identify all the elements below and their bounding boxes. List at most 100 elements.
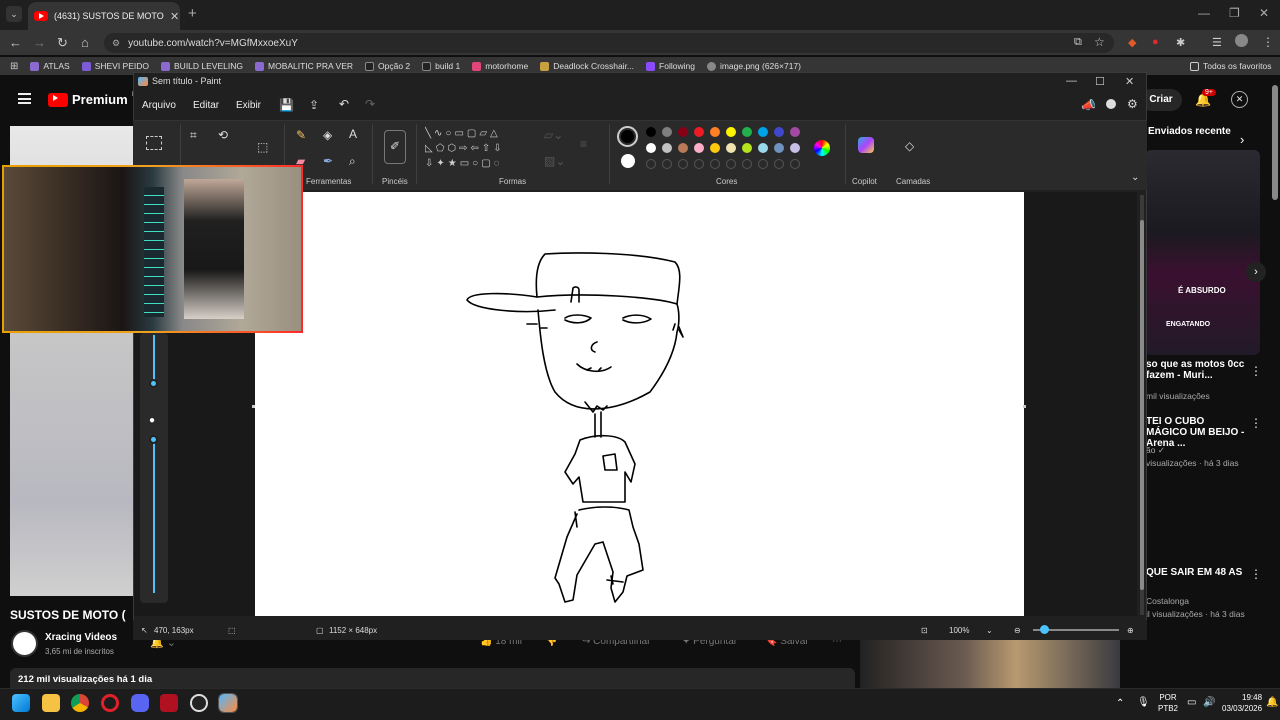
minimize-browser-icon[interactable]: —	[1198, 6, 1210, 20]
opacity-track[interactable]	[153, 440, 155, 593]
bookmark-item[interactable]: MOBALITIC PRA VER	[255, 61, 353, 71]
brush-size-track[interactable]	[153, 335, 155, 385]
zoom-dropdown-icon[interactable]: ⌄	[986, 626, 993, 635]
input-language[interactable]: POR PTB2	[1158, 692, 1178, 714]
all-bookmarks[interactable]: Todos os favoritos	[1190, 61, 1272, 71]
extension-fox-icon[interactable]: ◆	[1128, 36, 1136, 49]
empty-color-swatch[interactable]	[694, 159, 704, 169]
empty-color-swatch[interactable]	[726, 159, 736, 169]
color-swatch[interactable]	[694, 143, 704, 153]
color-swatch[interactable]	[742, 127, 752, 137]
more-options-icon[interactable]: ⋮	[1250, 567, 1262, 581]
undo-icon[interactable]: ↶	[339, 97, 349, 111]
fit-to-window-icon[interactable]: ⊡	[921, 626, 928, 635]
close-tab-icon[interactable]: ✕	[170, 10, 179, 23]
rec-title[interactable]: QUE SAIR EM 48 AS	[1146, 567, 1246, 578]
bookmark-item[interactable]: Deadlock Crosshair...	[540, 61, 634, 71]
file-explorer-icon[interactable]	[42, 694, 60, 712]
app-icon[interactable]	[160, 694, 178, 712]
menu-editar[interactable]: Editar	[193, 100, 219, 111]
zoom-level[interactable]: 100%	[949, 626, 969, 635]
maximize-paint-icon[interactable]: ☐	[1095, 75, 1105, 88]
microphone-icon[interactable]: 🎙	[1137, 697, 1150, 708]
color-swatch[interactable]	[790, 143, 800, 153]
minimize-paint-icon[interactable]: —	[1066, 75, 1077, 87]
empty-color-swatch[interactable]	[710, 159, 720, 169]
notifications-icon[interactable]: 🔔	[1266, 697, 1278, 708]
color-swatch[interactable]	[646, 143, 656, 153]
secondary-color[interactable]	[621, 154, 635, 168]
empty-color-swatch[interactable]	[646, 159, 656, 169]
bookmark-item[interactable]: build 1	[422, 61, 460, 71]
empty-color-swatch[interactable]	[662, 159, 672, 169]
empty-color-swatch[interactable]	[742, 159, 752, 169]
color-swatch[interactable]	[646, 127, 656, 137]
recommended-thumbnail[interactable]	[860, 640, 1120, 688]
channel-name[interactable]: Xracing Videos	[45, 632, 117, 643]
network-icon[interactable]: ▭	[1187, 697, 1196, 708]
steam-icon[interactable]	[190, 694, 208, 712]
shapes-gallery[interactable]: ╲∿○▭▢▱△ ◺⬠⬡⇨⇦⇧⇩ ⇩✦★▭○▢◌	[425, 126, 533, 171]
tray-overflow-icon[interactable]: ⌃	[1116, 698, 1124, 709]
forward-icon[interactable]: →	[33, 35, 46, 50]
resize-handle[interactable]	[1023, 405, 1026, 408]
opacity-slider[interactable]	[149, 435, 158, 444]
collapse-ribbon-icon[interactable]: ⌄	[1131, 172, 1139, 183]
brushes-icon[interactable]: ✐	[384, 130, 406, 164]
color-swatch[interactable]	[758, 143, 768, 153]
new-tab-icon[interactable]: +	[188, 5, 197, 22]
color-swatch[interactable]	[774, 127, 784, 137]
cast-icon[interactable]: ⧉	[1074, 36, 1082, 49]
page-scrollbar[interactable]	[1272, 85, 1278, 200]
color-swatch[interactable]	[758, 127, 768, 137]
back-icon[interactable]: ←	[9, 35, 22, 50]
redo-icon[interactable]: ↷	[365, 97, 375, 111]
close-paint-icon[interactable]: ✕	[1125, 75, 1134, 88]
canvas-scrollbar-thumb[interactable]	[1140, 220, 1144, 590]
drawing-canvas[interactable]	[255, 192, 1024, 616]
rotate-icon[interactable]: ⟲	[218, 128, 228, 142]
empty-color-swatch[interactable]	[758, 159, 768, 169]
share-icon[interactable]: ⇪	[309, 98, 319, 112]
brush-size-slider[interactable]	[149, 379, 158, 388]
zoom-slider-thumb[interactable]	[1040, 625, 1049, 634]
color-swatch[interactable]	[742, 143, 752, 153]
settings-gear-icon[interactable]: ⚙	[1127, 97, 1138, 111]
more-options-icon[interactable]: ⋮	[1250, 364, 1262, 378]
address-bar[interactable]: ⚙ youtube.com/watch?v=MGfMxxoeXuY	[104, 33, 1114, 53]
empty-color-swatch[interactable]	[678, 159, 688, 169]
layers-icon[interactable]: ◇	[905, 139, 914, 153]
bookmark-item[interactable]: motorhome	[472, 61, 528, 71]
color-swatch[interactable]	[710, 127, 720, 137]
color-swatch[interactable]	[774, 143, 784, 153]
primary-color[interactable]	[617, 126, 638, 147]
youtube-premium-logo[interactable]: Premium BR	[48, 92, 140, 107]
bookmark-item[interactable]: BUILD LEVELING	[161, 61, 243, 71]
account-icon[interactable]	[1106, 99, 1116, 109]
image-resize-icon[interactable]: ⬚	[257, 140, 268, 154]
zoom-out-icon[interactable]: ⊖	[1014, 626, 1021, 635]
close-browser-icon[interactable]: ✕	[1259, 6, 1269, 20]
chrome-icon[interactable]	[71, 694, 89, 712]
feedback-icon[interactable]: 📣	[1081, 98, 1096, 112]
menu-arquivo[interactable]: Arquivo	[142, 100, 176, 111]
sidebar-chip[interactable]: Enviados recente	[1148, 126, 1231, 137]
color-swatch[interactable]	[662, 143, 672, 153]
color-swatch[interactable]	[678, 143, 688, 153]
opera-icon[interactable]	[101, 694, 119, 712]
save-icon[interactable]: 💾	[279, 98, 294, 112]
text-icon[interactable]: A	[349, 127, 357, 141]
paint-taskbar-icon[interactable]	[218, 693, 238, 713]
copilot-icon[interactable]	[858, 137, 874, 153]
browser-tab-youtube[interactable]: (4631) SUSTOS DE MOTO (EP. 2 ✕	[28, 2, 180, 30]
zoom-in-icon[interactable]: ⊕	[1127, 626, 1134, 635]
tab-search-icon[interactable]: ⌄	[6, 6, 22, 22]
color-picker-icon[interactable]: ✒	[323, 154, 333, 168]
menu-hamburger-icon[interactable]	[18, 93, 31, 104]
crop-icon[interactable]: ⌗	[190, 128, 197, 143]
system-clock[interactable]: 19:48 03/03/2026	[1222, 692, 1262, 714]
channel-avatar[interactable]	[11, 630, 38, 657]
home-icon[interactable]: ⌂	[81, 35, 89, 50]
profile-avatar[interactable]	[1235, 34, 1248, 47]
bookmark-item[interactable]: ATLAS	[30, 61, 70, 71]
